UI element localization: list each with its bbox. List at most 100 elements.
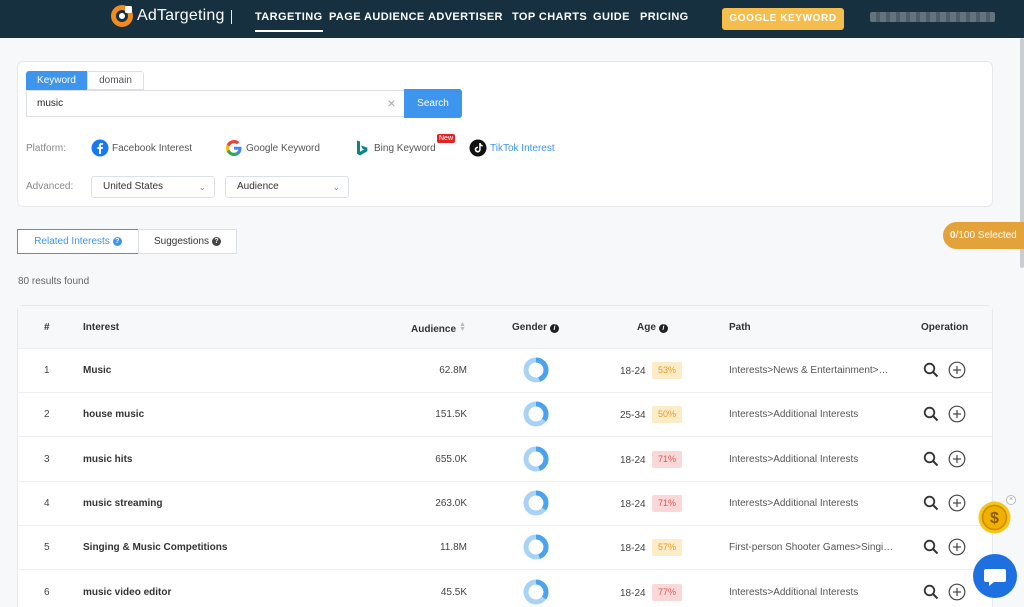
add-circle-icon[interactable]: [948, 538, 966, 556]
row-path: Interests>Additional Interests: [729, 453, 859, 465]
nav-page-audience[interactable]: PAGE AUDIENCE: [329, 11, 425, 23]
google-keyword-button[interactable]: GOOGLE KEYWORD: [722, 8, 844, 30]
platform-label-bing: Bing Keyword: [374, 142, 436, 154]
clear-icon[interactable]: ×: [385, 96, 398, 110]
col-audience-label: Audience: [411, 324, 457, 335]
table-row[interactable]: 3 music hits 655.0K 18-24 71% Interests>Addit…: [18, 437, 992, 482]
row-interest[interactable]: house music: [83, 409, 144, 420]
col-operation: Operation: [921, 322, 969, 333]
search-icon[interactable]: [923, 584, 939, 600]
nav-advertiser[interactable]: ADVERTISER: [428, 11, 503, 23]
platform-bing-keyword[interactable]: Bing Keyword: [353, 139, 436, 157]
chevron-down-icon: ⌄: [332, 182, 340, 192]
row-path: Interests>News & Entertainment>C…: [729, 365, 894, 376]
search-button[interactable]: Search: [404, 89, 462, 118]
table-row[interactable]: 1 Music 62.8M 18-24 53% Interests>News & Ente…: [18, 349, 992, 393]
gender-donut-chart[interactable]: [523, 534, 549, 560]
col-gender-label: Gender: [512, 322, 548, 333]
table-row[interactable]: 2 house music 151.5K 25-34 50% Interests>Addi…: [18, 393, 992, 438]
info-icon[interactable]: i: [658, 324, 668, 333]
gender-donut-chart[interactable]: [523, 446, 549, 472]
metric-select[interactable]: Audience ⌄: [225, 176, 349, 198]
tab-related-interests[interactable]: Related Interests?: [17, 229, 139, 254]
search-icon[interactable]: [923, 406, 939, 422]
row-age-percent: 57%: [652, 539, 683, 557]
new-badge: New: [437, 134, 456, 143]
row-number: 2: [44, 409, 50, 421]
platform-tiktok-interest[interactable]: TikTok Interest: [469, 139, 555, 157]
results-count: 80 results found: [18, 276, 90, 287]
row-age-range: 18-24: [620, 366, 646, 377]
gender-donut-chart[interactable]: [523, 401, 549, 427]
sort-icon[interactable]: ▲ ▼: [459, 321, 466, 333]
row-interest[interactable]: Music: [83, 365, 111, 376]
search-icon[interactable]: [923, 539, 939, 555]
search-icon[interactable]: [923, 451, 939, 467]
tab-suggestions[interactable]: Suggestions?: [138, 229, 237, 254]
row-path: Interests>Additional Interests: [729, 409, 859, 421]
add-circle-icon[interactable]: [948, 450, 966, 468]
platform-google-keyword[interactable]: Google Keyword: [225, 139, 320, 157]
nav-pricing[interactable]: PRICING: [640, 11, 689, 23]
col-interest: Interest: [83, 322, 120, 333]
nav-guide[interactable]: GUIDE: [593, 11, 630, 23]
row-number: 5: [44, 542, 50, 554]
row-interest[interactable]: music streaming: [83, 498, 162, 509]
info-icon[interactable]: i: [550, 324, 560, 333]
tiktok-icon: [469, 139, 487, 157]
add-circle-icon[interactable]: [948, 405, 966, 423]
coin-reward-icon[interactable]: $: [978, 501, 1011, 534]
tab-domain[interactable]: domain: [87, 71, 144, 90]
brand-logo[interactable]: AdTargeting: [110, 4, 225, 28]
row-interest[interactable]: music hits: [83, 454, 132, 465]
row-age-range: 25-34: [620, 410, 646, 422]
table-row[interactable]: 4 music streaming 263.0K 18-24 71% Interests>…: [18, 481, 992, 526]
row-number: 3: [44, 453, 50, 465]
selected-count-pill[interactable]: 0/100 Selected: [943, 222, 1024, 249]
close-icon[interactable]: ×: [1006, 495, 1016, 505]
logo-icon: [111, 5, 133, 27]
add-circle-icon[interactable]: [948, 361, 966, 379]
table-row[interactable]: 6 music video editor 45.5K 18-24 77% Interest…: [18, 570, 992, 607]
platform-label-tiktok: TikTok Interest: [490, 142, 555, 154]
search-icon[interactable]: [923, 495, 939, 511]
table-row[interactable]: 5 Singing & Music Competitions 11.8M 18-24 5…: [18, 526, 992, 571]
search-icon[interactable]: [923, 362, 939, 378]
row-interest[interactable]: music video editor: [83, 587, 171, 598]
row-interest[interactable]: Singing & Music Competitions: [83, 542, 227, 553]
search-input[interactable]: music: [26, 90, 404, 117]
row-age-percent: 77%: [652, 583, 683, 601]
bing-icon: [357, 140, 368, 156]
user-account-redacted[interactable]: [870, 12, 995, 22]
metric-value: Audience: [237, 181, 279, 192]
facebook-icon: [91, 139, 109, 157]
add-circle-icon[interactable]: [948, 583, 966, 601]
row-age-percent: 53%: [652, 362, 683, 379]
platform-facebook-interest[interactable]: Facebook Interest: [91, 139, 192, 157]
gender-donut-chart[interactable]: [523, 357, 549, 383]
col-gender: Gender i: [512, 322, 560, 333]
tab-keyword[interactable]: Keyword: [26, 71, 87, 90]
google-icon: [226, 140, 242, 156]
chat-button[interactable]: [973, 554, 1017, 598]
row-path: First-person Shooter Games>Singin…: [729, 542, 894, 554]
row-age-percent: 71%: [652, 450, 683, 468]
row-audience: 45.5K: [440, 586, 467, 598]
row-number: 1: [44, 365, 50, 376]
row-path: Interests>Additional Interests: [729, 497, 859, 509]
col-age: Age i: [637, 322, 668, 333]
row-age-range: 18-24: [620, 454, 646, 466]
col-audience[interactable]: Audience ▲ ▼: [411, 321, 466, 335]
chat-bubble-icon: [984, 569, 1006, 586]
advanced-label: Advanced:: [26, 181, 74, 192]
gender-donut-chart[interactable]: [523, 490, 549, 516]
nav-top-charts[interactable]: TOP CHARTS: [512, 11, 587, 23]
row-audience: 151.5K: [435, 409, 467, 421]
gender-donut-chart[interactable]: [523, 579, 549, 605]
add-circle-icon[interactable]: [948, 494, 966, 512]
col-age-label: Age: [637, 322, 656, 333]
tab-related-label: Related Interests: [34, 236, 110, 247]
country-select[interactable]: United States ⌄: [91, 176, 215, 198]
nav-targeting[interactable]: TARGETING: [255, 11, 323, 32]
brand-name: AdTargeting: [137, 7, 225, 24]
